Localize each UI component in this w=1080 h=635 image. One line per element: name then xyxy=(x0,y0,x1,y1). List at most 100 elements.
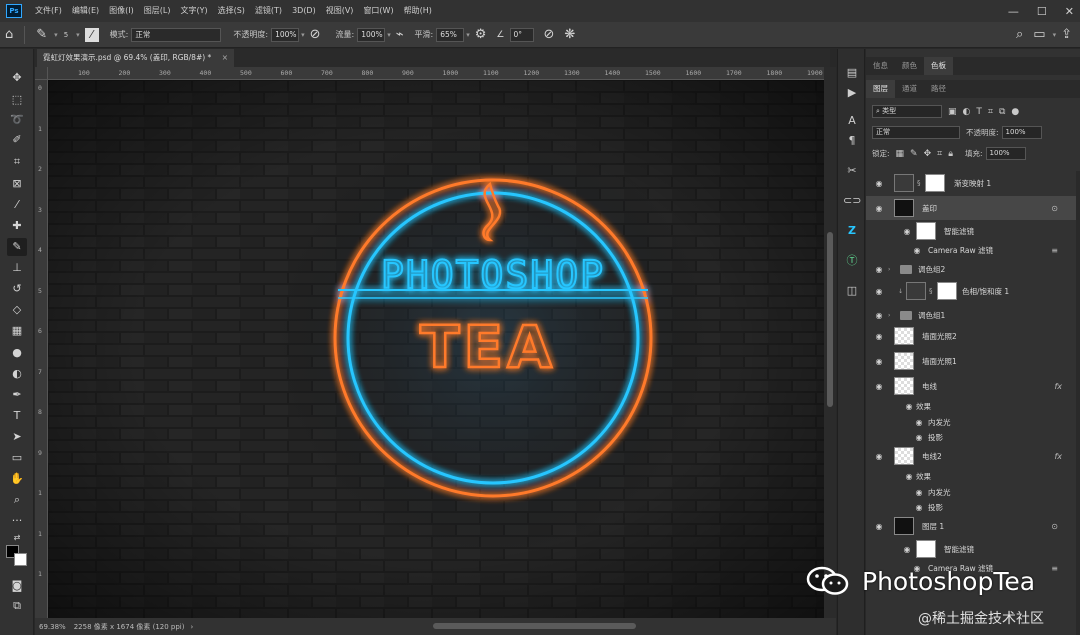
lock-artboard-icon[interactable]: ⌗ xyxy=(937,149,942,159)
fx-icon[interactable]: fx xyxy=(1054,382,1062,391)
chevron-right-icon[interactable]: › xyxy=(190,623,193,631)
eye-icon[interactable]: ◉ xyxy=(874,382,884,391)
dodge-tool-icon[interactable]: ◐ xyxy=(7,365,27,383)
document-canvas[interactable]: PHOTOSHOP TEA xyxy=(48,80,824,618)
chevron-down-icon[interactable]: ▾ xyxy=(301,31,305,39)
filter-pixel-icon[interactable]: ▣ xyxy=(948,107,957,117)
layer-row[interactable]: ◉ › 调色组2 xyxy=(866,257,1076,281)
tools-preset-icon[interactable]: ✂ xyxy=(843,163,861,179)
pressure-size-icon[interactable]: ⊘ xyxy=(544,27,555,42)
menu-item[interactable]: 图层(L) xyxy=(139,0,176,22)
vertical-scrollbar[interactable] xyxy=(824,67,836,618)
smart-filter-icon[interactable]: ⊙ xyxy=(1051,522,1058,531)
layer-row[interactable]: ◉ 墙面光照1 xyxy=(866,349,1076,373)
blend-mode-select[interactable]: 正常 xyxy=(872,126,960,139)
filter-adjust-icon[interactable]: ◐ xyxy=(963,107,971,117)
layer-row[interactable]: ◉ ⊙ 盖印 xyxy=(866,196,1076,220)
lock-transparent-icon[interactable]: ▦ xyxy=(896,149,905,159)
close-tab-icon[interactable]: × xyxy=(222,53,228,62)
blur-tool-icon[interactable]: ● xyxy=(7,344,27,362)
menu-item[interactable]: 文件(F) xyxy=(30,0,67,22)
angle-field[interactable]: 0° xyxy=(509,27,534,42)
document-tab[interactable]: 霓虹灯效果演示.psd @ 69.4% (盖印, RGB/8#) * × xyxy=(37,49,234,67)
pen-tool-icon[interactable]: ✒ xyxy=(7,386,27,404)
eye-icon[interactable]: ◉ xyxy=(874,522,884,531)
maximize-icon[interactable]: ☐ xyxy=(1037,5,1047,18)
stamp-tool-icon[interactable]: ⊥ xyxy=(7,259,27,277)
minimize-icon[interactable]: — xyxy=(1008,5,1019,18)
link-icon[interactable]: ⊂⊃ xyxy=(843,193,861,209)
vertical-ruler[interactable]: 0 1 2 3 4 5 6 7 8 9 1 1 1 xyxy=(35,80,48,618)
mode-select[interactable]: 正常 xyxy=(131,27,222,42)
tab-layers[interactable]: 图层 xyxy=(866,80,895,98)
zoom-level[interactable]: 69.38% xyxy=(39,623,66,631)
eye-icon[interactable]: ◉ xyxy=(874,265,884,274)
airbrush-icon[interactable]: ⌁ xyxy=(396,27,404,42)
fill-field[interactable]: 100% xyxy=(985,147,1026,160)
pressure-opacity-icon[interactable]: ⊘ xyxy=(310,27,321,42)
menu-item[interactable]: 选择(S) xyxy=(213,0,250,22)
marquee-tool-icon[interactable]: ⬚ xyxy=(7,91,27,109)
menu-item[interactable]: 滤镜(T) xyxy=(250,0,287,22)
eyedropper-tool-icon[interactable]: ⁄ xyxy=(7,196,27,214)
tab-swatches[interactable]: 色板 xyxy=(924,57,953,75)
symmetry-icon[interactable]: ❋ xyxy=(564,27,575,42)
share-icon[interactable]: ⇪ xyxy=(1061,27,1072,42)
workspace-icon[interactable]: ▭ xyxy=(1033,27,1045,42)
eye-icon[interactable]: ◉ xyxy=(914,433,924,442)
brush-size[interactable]: 5 xyxy=(64,31,68,39)
tab-color[interactable]: 颜色 xyxy=(895,57,924,75)
tab-info[interactable]: 信息 xyxy=(866,57,895,75)
filter-shape-icon[interactable]: ⌗ xyxy=(988,107,993,117)
gradient-tool-icon[interactable]: ▦ xyxy=(7,322,27,340)
eye-icon[interactable]: ◉ xyxy=(902,545,912,554)
eraser-tool-icon[interactable]: ◇ xyxy=(7,301,27,319)
opacity-field[interactable]: 100% xyxy=(271,27,300,42)
eye-icon[interactable]: ◉ xyxy=(874,311,884,320)
ruler-origin[interactable] xyxy=(35,67,48,80)
play-icon[interactable]: ▶ xyxy=(843,85,861,101)
quick-mask-icon[interactable]: ◙ xyxy=(7,577,27,595)
chevron-down-icon[interactable]: ▾ xyxy=(1053,31,1057,39)
brush-tool-icon[interactable]: ✎ xyxy=(7,238,27,256)
brush-tool-icon[interactable]: ✎ xyxy=(36,27,47,42)
eye-icon[interactable]: ◉ xyxy=(874,287,884,296)
search-icon[interactable]: ⌕ xyxy=(1016,27,1023,42)
color-swatches[interactable] xyxy=(6,545,30,569)
scrollbar-thumb[interactable] xyxy=(827,232,833,407)
eye-icon[interactable]: ◉ xyxy=(902,227,912,236)
filter-type-icon[interactable]: T xyxy=(976,107,982,117)
history-icon[interactable]: ▤ xyxy=(843,65,861,81)
tab-paths[interactable]: 路径 xyxy=(924,80,953,98)
frame-tool-icon[interactable]: ⊠ xyxy=(7,175,27,193)
menu-item[interactable]: 3D(D) xyxy=(287,0,321,22)
fx-icon[interactable]: fx xyxy=(1054,452,1062,461)
horizontal-ruler[interactable]: 100 200 300 400 500 600 700 800 900 1000 1100 1200 1… xyxy=(48,67,824,80)
layer-row[interactable]: ◉ 墙面光照2 xyxy=(866,324,1076,348)
close-icon[interactable]: ✕ xyxy=(1065,5,1074,18)
plugin-tk-icon[interactable]: Ⓣ xyxy=(843,253,861,269)
menu-item[interactable]: 编辑(E) xyxy=(67,0,104,22)
menu-item[interactable]: 文字(Y) xyxy=(175,0,212,22)
menu-item[interactable]: 窗口(W) xyxy=(358,0,398,22)
filter-options-icon[interactable]: ≡ xyxy=(1051,564,1058,573)
horizontal-scrollbar-thumb[interactable] xyxy=(433,623,636,629)
lock-all-icon[interactable]: 🔒︎ xyxy=(948,149,953,159)
layer-filter-select[interactable]: ⌕ 类型 xyxy=(872,105,942,118)
rectangle-tool-icon[interactable]: ▭ xyxy=(7,449,27,467)
home-icon[interactable]: ⌂ xyxy=(5,27,13,42)
chevron-down-icon[interactable]: ▾ xyxy=(76,31,80,39)
filter-toggle-icon[interactable]: ● xyxy=(1011,107,1019,117)
menu-item[interactable]: 图像(I) xyxy=(104,0,139,22)
crop-tool-icon[interactable]: ⌗ xyxy=(7,153,27,171)
gear-icon[interactable]: ⚙ xyxy=(475,27,487,42)
history-brush-icon[interactable]: ↺ xyxy=(7,280,27,298)
tab-channels[interactable]: 通道 xyxy=(895,80,924,98)
eye-icon[interactable]: ◉ xyxy=(874,357,884,366)
quick-select-tool-icon[interactable]: ✐ xyxy=(7,131,27,149)
lasso-tool-icon[interactable]: ➰ xyxy=(7,111,27,129)
flow-field[interactable]: 100% xyxy=(357,27,386,42)
eye-icon[interactable]: ◉ xyxy=(874,179,884,188)
chevron-down-icon[interactable]: ▾ xyxy=(387,31,391,39)
layer-row[interactable]: ◉ ⊙ 图层 1 xyxy=(866,514,1076,538)
